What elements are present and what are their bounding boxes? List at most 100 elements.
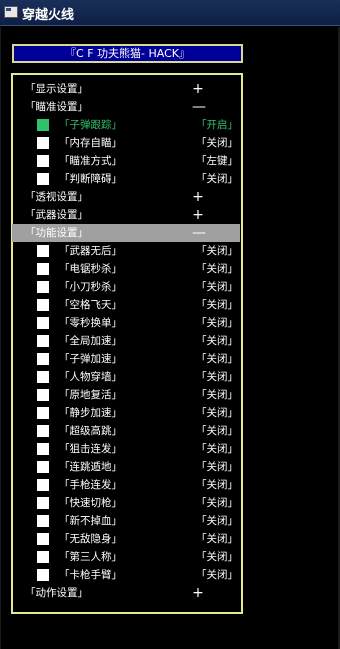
- item-label: 「连跳遁地」: [59, 461, 122, 473]
- menu-item[interactable]: 「子弹加速」 「关闭」: [12, 350, 240, 368]
- menu-item[interactable]: 「第三人称」 「关闭」: [12, 548, 240, 566]
- category-label: 「动作设置」: [25, 587, 88, 599]
- window-icon: [4, 6, 18, 18]
- item-value[interactable]: 「关闭」: [196, 404, 238, 422]
- item-label: 「新不掉血」: [59, 515, 122, 527]
- item-label: 「全局加速」: [59, 335, 122, 347]
- category-label: 「功能设置」: [25, 227, 88, 239]
- checkbox[interactable]: [37, 569, 49, 581]
- item-value[interactable]: 「关闭」: [196, 242, 238, 260]
- item-value[interactable]: 「关闭」: [196, 548, 238, 566]
- menu-item[interactable]: 「判断障碍」 「关闭」: [12, 170, 240, 188]
- item-value[interactable]: 「关闭」: [196, 476, 238, 494]
- menu-item[interactable]: 「狙击连发」 「关闭」: [12, 440, 240, 458]
- menu-item[interactable]: 「超级高跳」 「关闭」: [12, 422, 240, 440]
- checkbox[interactable]: [37, 515, 49, 527]
- collapse-icon[interactable]: —: [192, 224, 206, 242]
- item-value[interactable]: 「开启」: [196, 116, 238, 134]
- category-weapon-settings[interactable]: 「武器设置」 +: [12, 206, 240, 224]
- item-label: 「无敌隐身」: [59, 533, 122, 545]
- menu-item[interactable]: 「手枪连发」 「关闭」: [12, 476, 240, 494]
- checkbox[interactable]: [37, 173, 49, 185]
- checkbox[interactable]: [37, 425, 49, 437]
- menu-item[interactable]: 「新不掉血」 「关闭」: [12, 512, 240, 530]
- category-action-settings[interactable]: 「动作设置」 +: [12, 584, 240, 602]
- item-value[interactable]: 「关闭」: [196, 368, 238, 386]
- item-label: 「狙击连发」: [59, 443, 122, 455]
- menu-item[interactable]: 「内存自瞄」 「关闭」: [12, 134, 240, 152]
- item-value[interactable]: 「关闭」: [196, 296, 238, 314]
- menu-item[interactable]: 「武器无后」 「关闭」: [12, 242, 240, 260]
- item-label: 「手枪连发」: [59, 479, 122, 491]
- category-function-settings[interactable]: 「功能设置」 —: [12, 224, 240, 242]
- category-label: 「显示设置」: [25, 83, 88, 95]
- menu-item[interactable]: 「子弹跟踪」 「开启」: [12, 116, 240, 134]
- menu-item[interactable]: 「连跳遁地」 「关闭」: [12, 458, 240, 476]
- item-value[interactable]: 「关闭」: [196, 386, 238, 404]
- checkbox[interactable]: [37, 551, 49, 563]
- expand-icon[interactable]: +: [192, 584, 204, 602]
- checkbox[interactable]: [37, 407, 49, 419]
- item-label: 「静步加速」: [59, 407, 122, 419]
- checkbox[interactable]: [37, 317, 49, 329]
- item-label: 「瞄准方式」: [59, 155, 122, 167]
- checkbox[interactable]: [37, 299, 49, 311]
- category-see-through-settings[interactable]: 「透视设置」 +: [12, 188, 240, 206]
- item-label: 「零秒换单」: [59, 317, 122, 329]
- checkbox[interactable]: [37, 335, 49, 347]
- item-label: 「子弹加速」: [59, 353, 122, 365]
- checkbox[interactable]: [37, 353, 49, 365]
- checkbox[interactable]: [37, 371, 49, 383]
- item-value[interactable]: 「关闭」: [196, 134, 238, 152]
- checkbox[interactable]: [37, 137, 49, 149]
- item-value[interactable]: 「左键」: [196, 152, 238, 170]
- checkbox[interactable]: [37, 443, 49, 455]
- item-value[interactable]: 「关闭」: [196, 494, 238, 512]
- item-value[interactable]: 「关闭」: [196, 170, 238, 188]
- checkbox[interactable]: [37, 533, 49, 545]
- menu-item[interactable]: 「原地复活」 「关闭」: [12, 386, 240, 404]
- menu-item[interactable]: 「静步加速」 「关闭」: [12, 404, 240, 422]
- menu-item[interactable]: 「人物穿墙」 「关闭」: [12, 368, 240, 386]
- item-value[interactable]: 「关闭」: [196, 512, 238, 530]
- item-label: 「原地复活」: [59, 389, 122, 401]
- item-label: 「判断障碍」: [59, 173, 122, 185]
- menu-item[interactable]: 「空格飞天」 「关闭」: [12, 296, 240, 314]
- checkbox[interactable]: [37, 389, 49, 401]
- collapse-icon[interactable]: —: [192, 98, 206, 116]
- item-value[interactable]: 「关闭」: [196, 314, 238, 332]
- checkbox[interactable]: [37, 461, 49, 473]
- item-label: 「超级高跳」: [59, 425, 122, 437]
- menu-item[interactable]: 「卡枪手臂」 「关闭」: [12, 566, 240, 584]
- menu-item[interactable]: 「无敌隐身」 「关闭」: [12, 530, 240, 548]
- category-label: 「武器设置」: [25, 209, 88, 221]
- menu-item[interactable]: 「小刀秒杀」 「关闭」: [12, 278, 240, 296]
- checkbox[interactable]: [37, 479, 49, 491]
- item-value[interactable]: 「关闭」: [196, 332, 238, 350]
- item-value[interactable]: 「关闭」: [196, 530, 238, 548]
- item-value[interactable]: 「关闭」: [196, 260, 238, 278]
- category-display-settings[interactable]: 「显示设置」 +: [12, 80, 240, 98]
- menu-item[interactable]: 「瞄准方式」 「左键」: [12, 152, 240, 170]
- category-label: 「瞄准设置」: [25, 101, 88, 113]
- expand-icon[interactable]: +: [192, 206, 204, 224]
- checkbox[interactable]: [37, 245, 49, 257]
- item-value[interactable]: 「关闭」: [196, 566, 238, 584]
- menu-item[interactable]: 「电锯秒杀」 「关闭」: [12, 260, 240, 278]
- category-aim-settings[interactable]: 「瞄准设置」 —: [12, 98, 240, 116]
- checkbox[interactable]: [37, 263, 49, 275]
- menu-item[interactable]: 「零秒换单」 「关闭」: [12, 314, 240, 332]
- expand-icon[interactable]: +: [192, 188, 204, 206]
- item-value[interactable]: 「关闭」: [196, 350, 238, 368]
- checkbox[interactable]: [37, 155, 49, 167]
- checkbox[interactable]: [37, 497, 49, 509]
- expand-icon[interactable]: +: [192, 80, 204, 98]
- item-value[interactable]: 「关闭」: [196, 440, 238, 458]
- item-value[interactable]: 「关闭」: [196, 422, 238, 440]
- item-value[interactable]: 「关闭」: [196, 278, 238, 296]
- item-value[interactable]: 「关闭」: [196, 458, 238, 476]
- checkbox[interactable]: [37, 119, 49, 131]
- checkbox[interactable]: [37, 281, 49, 293]
- menu-item[interactable]: 「快速切枪」 「关闭」: [12, 494, 240, 512]
- menu-item[interactable]: 「全局加速」 「关闭」: [12, 332, 240, 350]
